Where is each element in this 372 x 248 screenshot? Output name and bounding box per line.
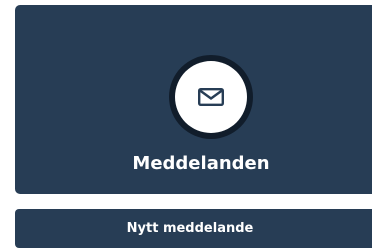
messages-widget: Meddelanden Nytt meddelande [0, 0, 372, 248]
envelope-icon-circle [175, 61, 247, 133]
messages-card[interactable]: Meddelanden [15, 5, 372, 194]
new-message-label: Nytt meddelande [126, 221, 254, 236]
card-title: Meddelanden [132, 153, 270, 174]
envelope-icon-badge [169, 55, 253, 139]
envelope-icon [198, 88, 224, 106]
new-message-button[interactable]: Nytt meddelande [15, 209, 372, 248]
